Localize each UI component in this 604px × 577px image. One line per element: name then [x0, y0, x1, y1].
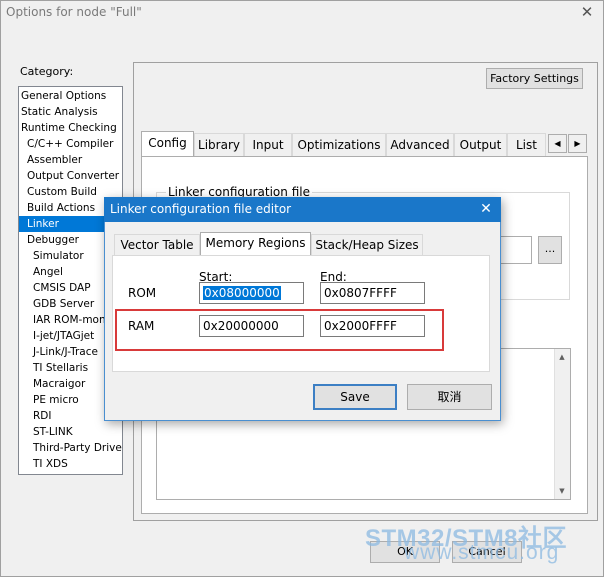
tab-advanced[interactable]: Advanced [386, 133, 454, 157]
category-label: Category: [20, 65, 74, 78]
dialog-tab-vector-table[interactable]: Vector Table [114, 234, 200, 256]
dialog-close-icon[interactable]: ✕ [477, 200, 495, 218]
dialog-tab-stack-heap-sizes[interactable]: Stack/Heap Sizes [311, 234, 423, 256]
category-item-ti-xds[interactable]: TI XDS [19, 456, 122, 472]
factory-settings-button[interactable]: Factory Settings [486, 68, 583, 89]
tab-scroll-left-icon[interactable]: ◀ [548, 134, 567, 153]
textarea-scrollbar[interactable] [554, 349, 570, 499]
category-item-output-converter[interactable]: Output Converter [19, 168, 122, 184]
rom-end-input[interactable]: 0x0807FFFF [320, 282, 425, 304]
category-item-general-options[interactable]: General Options [19, 88, 122, 104]
tab-optimizations[interactable]: Optimizations [292, 133, 386, 157]
save-button[interactable]: Save [313, 384, 397, 410]
tab-output[interactable]: Output [454, 133, 507, 157]
dialog-tab-memory-regions[interactable]: Memory Regions [200, 232, 311, 256]
scroll-down-icon[interactable]: ▼ [554, 483, 570, 499]
rom-start-value: 0x08000000 [203, 286, 281, 300]
category-item-runtime-checking[interactable]: Runtime Checking [19, 120, 122, 136]
window-close-icon[interactable]: ✕ [578, 3, 596, 21]
browse-button[interactable]: ... [538, 236, 562, 264]
rom-label: ROM [128, 286, 157, 300]
tab-list[interactable]: List [507, 133, 546, 157]
dialog-cancel-button[interactable]: 取消 [407, 384, 492, 410]
category-item-st-link[interactable]: ST-LINK [19, 424, 122, 440]
tab-input[interactable]: Input [244, 133, 292, 157]
tab-library[interactable]: Library [194, 133, 244, 157]
category-item-cpp-compiler[interactable]: C/C++ Compiler [19, 136, 122, 152]
tab-config[interactable]: Config [141, 131, 194, 157]
scroll-up-icon[interactable]: ▲ [554, 349, 570, 365]
window-title: Options for node "Full" [6, 5, 142, 19]
dialog-title: Linker configuration file editor [110, 202, 292, 216]
category-item-third-party-driver[interactable]: Third-Party Driver [19, 440, 122, 456]
watermark-url: www.stmcu.org [404, 541, 560, 564]
tab-scroll-arrows: ◀ ▶ [548, 134, 588, 154]
ram-highlight-box [115, 309, 444, 351]
tab-scroll-right-icon[interactable]: ▶ [568, 134, 587, 153]
category-item-assembler[interactable]: Assembler [19, 152, 122, 168]
category-item-static-analysis[interactable]: Static Analysis [19, 104, 122, 120]
rom-start-input[interactable]: 0x08000000 [199, 282, 304, 304]
